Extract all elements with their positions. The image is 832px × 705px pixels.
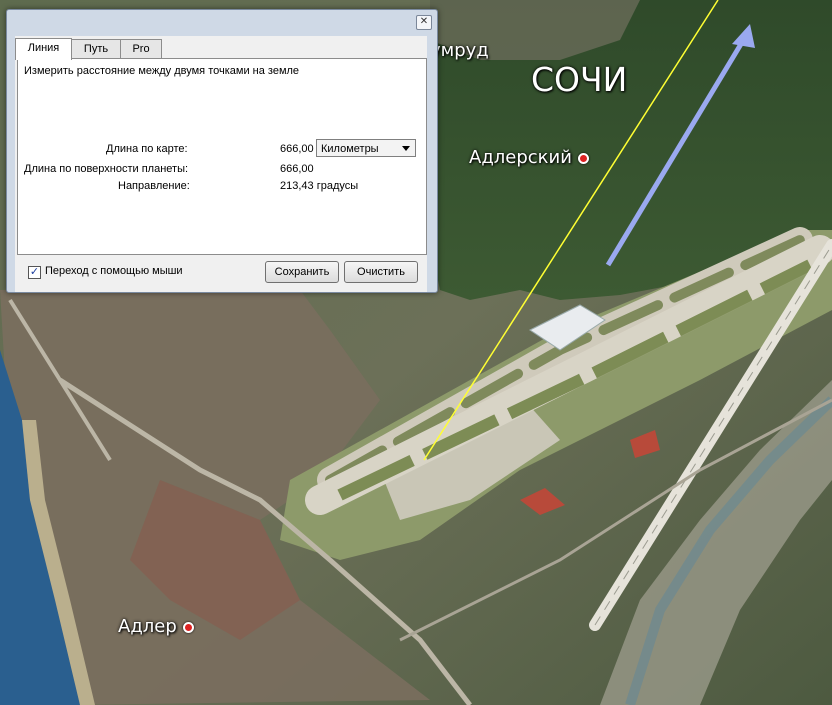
surface-length-label: Длина по поверхности планеты: — [24, 163, 189, 175]
tab-content-line: Измерить расстояние между двумя точками … — [17, 58, 427, 255]
place-pin-icon[interactable] — [182, 621, 194, 633]
tab-line[interactable]: Линия — [15, 38, 72, 60]
mouse-nav-checkbox[interactable]: ✓ — [28, 266, 41, 279]
district-label-text: Адлерский — [469, 147, 572, 168]
heading-value: 213,43 градусы — [280, 180, 359, 192]
town-label-text: Адлер — [118, 616, 177, 637]
mouse-nav-label: Переход с помощью мыши — [45, 265, 183, 277]
unit-select-value: Километры — [321, 143, 379, 155]
place-pin-icon[interactable] — [577, 152, 589, 164]
close-icon[interactable]: ✕ — [416, 15, 432, 30]
heading-label: Направление: — [118, 180, 190, 192]
tab-pro[interactable]: Pro — [120, 39, 162, 59]
city-label-sochi: СОЧИ — [531, 60, 628, 99]
chevron-down-icon — [402, 146, 410, 151]
unit-select[interactable]: Километры — [316, 139, 416, 157]
ruler-dialog: ✕ Линия Путь Pro Измерить расстояние меж… — [6, 9, 438, 293]
place-label-partial: умруд — [430, 40, 489, 61]
save-button[interactable]: Сохранить — [265, 261, 339, 283]
dialog-footer: ✓ Переход с помощью мыши Сохранить Очист… — [17, 260, 427, 286]
district-label: Адлерский — [469, 147, 589, 168]
clear-button[interactable]: Очистить — [344, 261, 418, 283]
map-length-value: 666,00 — [280, 143, 314, 155]
description-text: Измерить расстояние между двумя точками … — [24, 65, 300, 77]
town-label: Адлер — [118, 616, 194, 637]
surface-length-value: 666,00 — [280, 163, 314, 175]
tab-path[interactable]: Путь — [71, 39, 121, 59]
map-length-label: Длина по карте: — [106, 143, 188, 155]
